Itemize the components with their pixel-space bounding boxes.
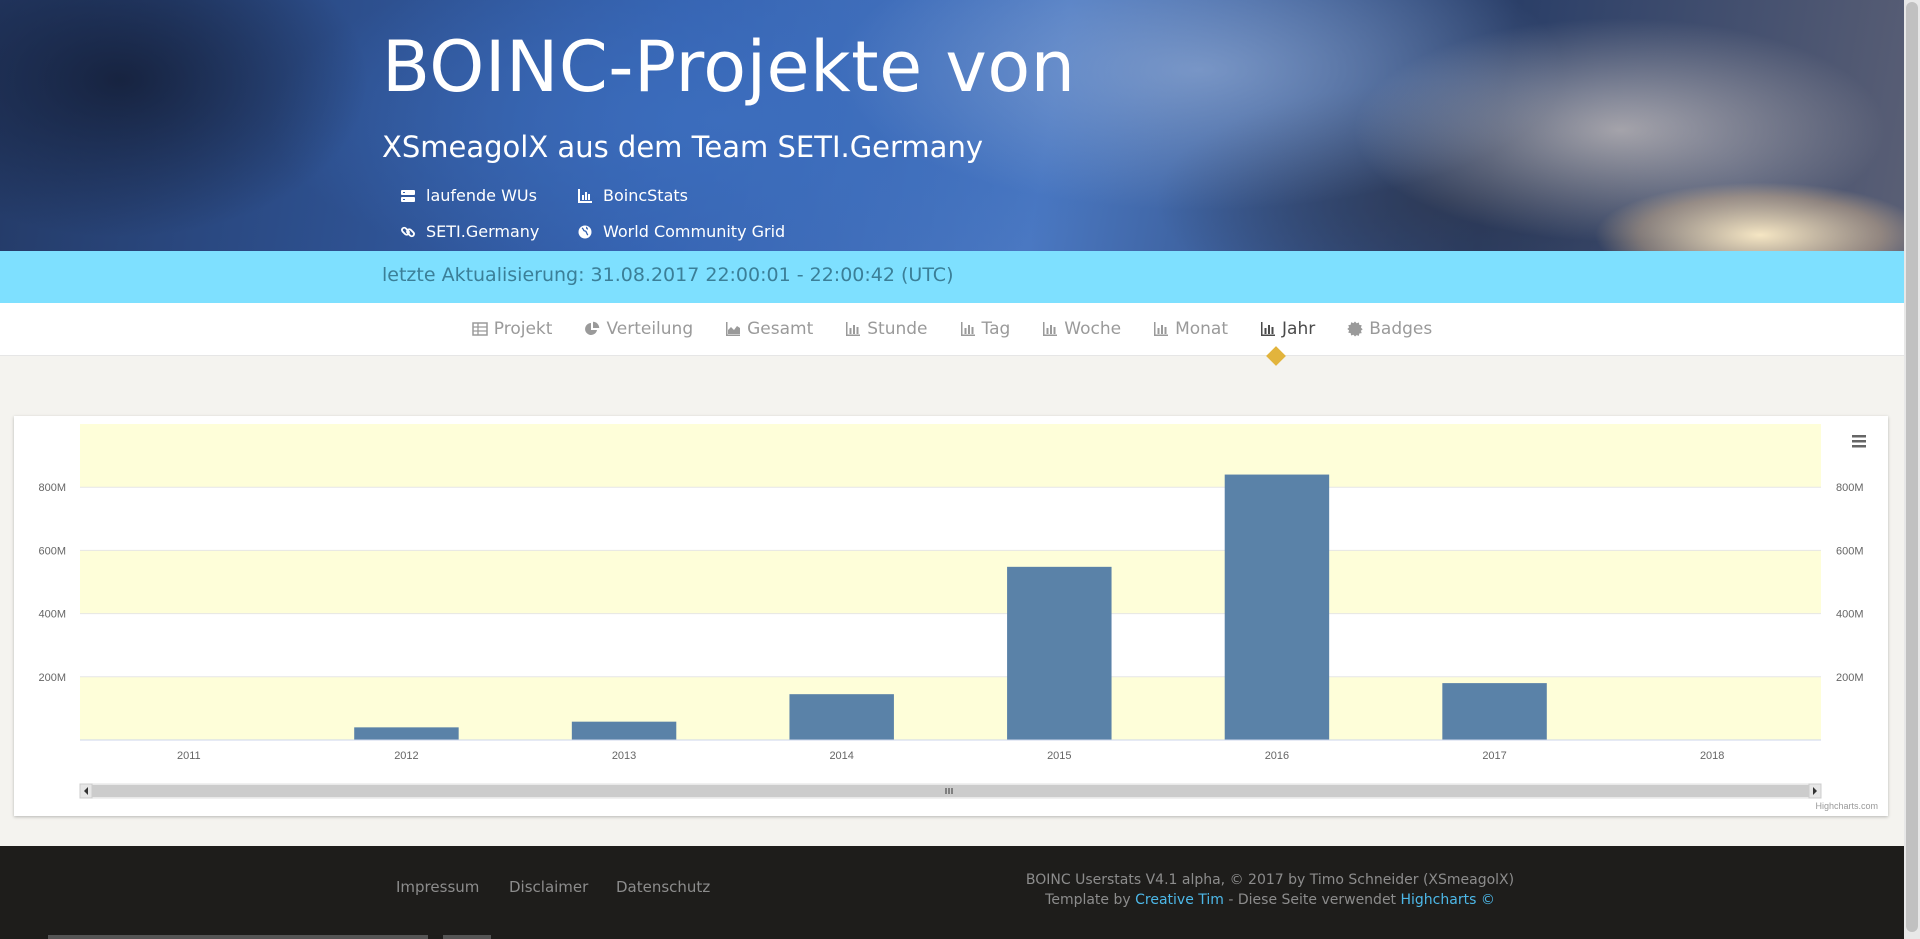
footer-copyright: BOINC Userstats V4.1 alpha, © 2017 by Ti…: [1025, 872, 1515, 888]
navigator-scrollbar[interactable]: [79, 783, 1822, 799]
x-tick-label: 2011: [177, 750, 201, 762]
tab-woche-label: Woche: [1064, 319, 1122, 339]
plot-bands: [80, 424, 1821, 740]
stats-navbar: Projekt Verteilung Gesamt Stunde Tag Woc…: [0, 303, 1904, 356]
tab-jahr-label: Jahr: [1282, 319, 1316, 339]
y-tick-label-right: 800M: [1836, 482, 1864, 494]
tab-verteilung[interactable]: Verteilung: [568, 319, 709, 339]
x-tick-label: 2015: [1047, 750, 1071, 762]
certificate-icon: [1347, 321, 1363, 337]
page-subtitle: XSmeagolX aus dem Team SETI.Germany: [382, 130, 983, 164]
bottom-strip-segment: [443, 935, 491, 939]
y-tick-label-left: 200M: [38, 672, 66, 684]
highcharts-credit[interactable]: Highcharts.com: [1815, 801, 1878, 811]
last-update-bar: letzte Aktualisierung: 31.08.2017 22:00:…: [0, 251, 1904, 303]
link-world-community-grid-label: World Community Grid: [603, 222, 786, 241]
globe-icon: [578, 225, 592, 238]
y-tick-label-left: 400M: [38, 609, 66, 621]
bar-chart-icon: [578, 188, 592, 203]
scrollbar-left-arrow[interactable]: [79, 783, 93, 799]
x-tick-label: 2012: [394, 750, 418, 762]
link-boincstats[interactable]: BoincStats: [577, 186, 688, 205]
tab-badges-label: Badges: [1369, 319, 1433, 339]
hamburger-menu-icon[interactable]: [1850, 432, 1868, 450]
last-update-text: letzte Aktualisierung: 31.08.2017 22:00:…: [382, 264, 954, 286]
tab-gesamt[interactable]: Gesamt: [709, 319, 829, 339]
plot-band: [80, 676, 1821, 740]
footer-link-impressum[interactable]: Impressum: [396, 878, 479, 896]
y-tick-label-right: 200M: [1836, 672, 1864, 684]
tab-verteilung-label: Verteilung: [606, 319, 694, 339]
footer-link-creative-tim[interactable]: Creative Tim: [1135, 892, 1224, 908]
bar-2012: [354, 727, 459, 740]
tab-gesamt-label: Gesamt: [747, 319, 814, 339]
bar-chart-icon: [960, 322, 975, 336]
area-chart-icon: [726, 322, 741, 336]
bar-2017: [1442, 683, 1547, 740]
x-axis-labels: 2011 2012 2013 2014 2015 2016 2017 2018: [177, 750, 1724, 762]
bar-2015: [1007, 566, 1112, 740]
server-icon: [401, 189, 415, 202]
tab-monat[interactable]: Monat: [1137, 319, 1244, 339]
footer: Impressum Disclaimer Datenschutz BOINC U…: [0, 846, 1904, 939]
footer-link-disclaimer[interactable]: Disclaimer: [509, 878, 588, 896]
pie-chart-icon: [585, 321, 600, 335]
link-boincstats-label: BoincStats: [603, 186, 688, 205]
year-bar-chart: 200M 200M400M 400M600M 600M800M 800M 2011 201…: [38, 424, 1878, 811]
footer-credits: Template by Creative Tim - Diese Seite v…: [930, 892, 1610, 908]
bar-chart-icon: [1043, 322, 1058, 336]
footer-template-prefix: Template by: [1045, 892, 1131, 908]
bar-2014: [789, 694, 894, 740]
x-tick-label: 2017: [1482, 750, 1506, 762]
bar-2013: [571, 721, 677, 740]
tab-monat-label: Monat: [1175, 319, 1229, 339]
x-tick-label: 2014: [829, 750, 853, 762]
tab-projekt[interactable]: Projekt: [456, 319, 569, 339]
link-running-wus[interactable]: laufende WUs: [400, 186, 537, 205]
footer-link-datenschutz[interactable]: Datenschutz: [616, 878, 710, 896]
y-tick-label-right: 600M: [1836, 545, 1864, 557]
chart-card: 200M 200M 400M 400M 600M 600M 800M 800M 2011 201…: [14, 416, 1888, 816]
x-tick-label: 2016: [1265, 750, 1289, 762]
link-seti-germany-label: SETI.Germany: [426, 222, 540, 241]
table-icon: [472, 322, 488, 336]
plot-band: [80, 550, 1821, 614]
bar-2016: [1224, 474, 1330, 740]
page-title: BOINC-Projekte von: [382, 26, 1076, 108]
tab-stunde[interactable]: Stunde: [829, 319, 943, 339]
bar-chart-icon: [1261, 322, 1276, 336]
bar-chart-icon: [1154, 322, 1169, 336]
tab-tag-label: Tag: [981, 319, 1011, 339]
y-tick-label-left: 800M: [38, 482, 66, 494]
bottom-strip-segment: [48, 935, 428, 939]
scrollbar-thumb[interactable]: [92, 785, 1809, 797]
link-seti-germany[interactable]: SETI.Germany: [400, 222, 539, 241]
plot-band: [80, 424, 1821, 488]
tab-badges[interactable]: Badges: [1331, 319, 1448, 339]
y-tick-label-right: 400M: [1836, 609, 1864, 621]
x-tick-label: 2018: [1700, 750, 1724, 762]
footer-credits-middle: - Diese Seite verwendet: [1228, 892, 1397, 908]
footer-link-highcharts[interactable]: Highcharts ©: [1401, 892, 1495, 908]
tab-woche[interactable]: Woche: [1026, 319, 1137, 339]
y-tick-label-left: 600M: [38, 545, 66, 557]
link-icon: [401, 226, 415, 237]
tab-projekt-label: Projekt: [493, 319, 553, 339]
x-tick-label: 2013: [612, 750, 636, 762]
link-running-wus-label: laufende WUs: [426, 186, 537, 205]
link-world-community-grid[interactable]: World Community Grid: [577, 222, 785, 241]
hero-banner: BOINC-Projekte von XSmeagolX aus dem Tea…: [0, 0, 1904, 251]
bar-chart-icon: [846, 322, 861, 336]
page-scrollbar-thumb[interactable]: [1906, 2, 1918, 932]
scrollbar-right-arrow[interactable]: [1808, 783, 1822, 799]
tab-jahr[interactable]: Jahr: [1244, 319, 1331, 339]
tab-stunde-label: Stunde: [867, 319, 928, 339]
tab-tag[interactable]: Tag: [944, 319, 1027, 339]
